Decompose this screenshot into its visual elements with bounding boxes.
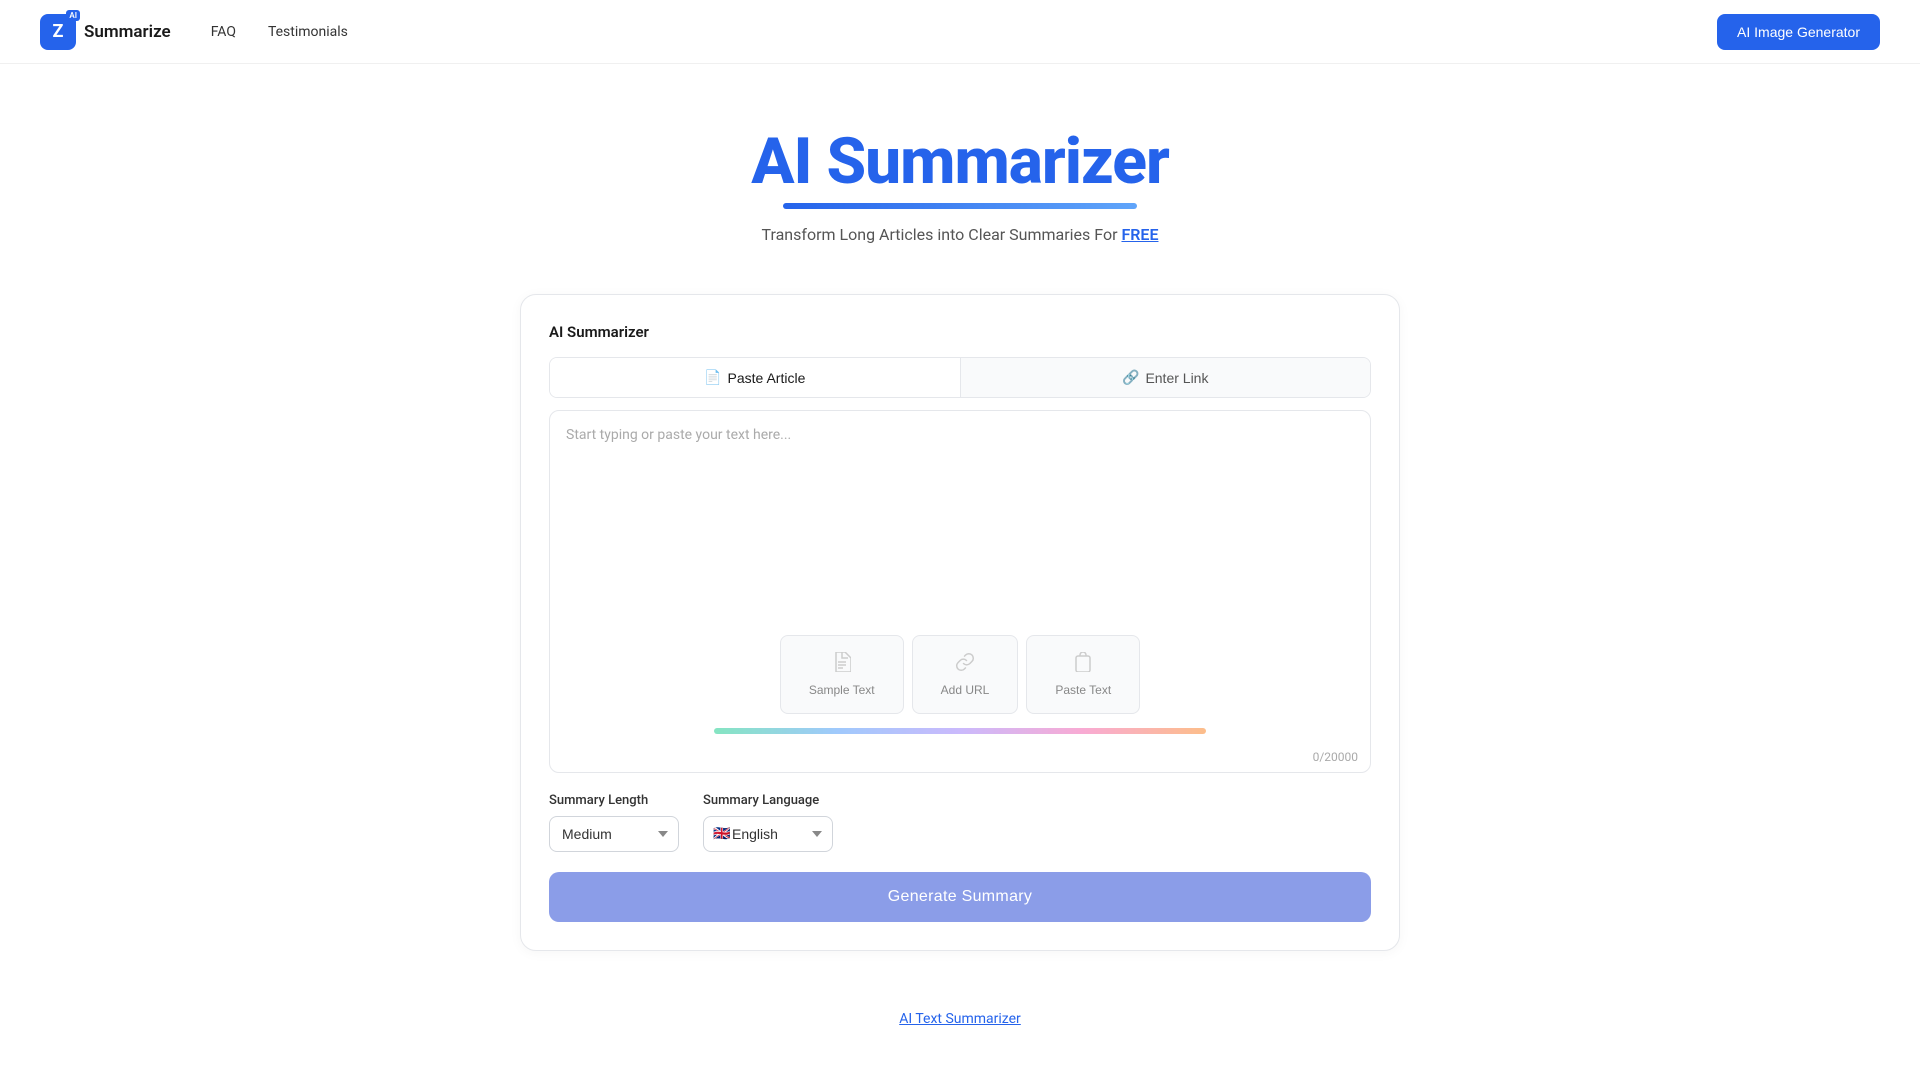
logo-icon: Z AI xyxy=(40,14,76,50)
summary-length-label: Summary Length xyxy=(549,793,679,808)
nav-testimonials[interactable]: Testimonials xyxy=(268,24,348,40)
settings-row: Summary Length Short Medium Long Summary… xyxy=(549,793,1371,852)
quick-actions-bar: Sample Text Add URL Past xyxy=(550,635,1370,722)
tab-enter-link[interactable]: 🔗 Enter Link xyxy=(961,358,1371,397)
summary-length-group: Summary Length Short Medium Long xyxy=(549,793,679,852)
hero-title: AI Summarizer xyxy=(751,124,1169,209)
add-url-button[interactable]: Add URL xyxy=(912,635,1019,714)
link-icon: 🔗 xyxy=(1122,369,1139,386)
paste-text-button[interactable]: Paste Text xyxy=(1026,635,1140,714)
sample-text-icon xyxy=(833,652,851,677)
summarizer-card: AI Summarizer 📄 Paste Article 🔗 Enter Li… xyxy=(520,294,1400,951)
generate-summary-button[interactable]: Generate Summary xyxy=(549,872,1371,922)
article-textarea[interactable] xyxy=(550,411,1370,631)
hero-free-link[interactable]: FREE xyxy=(1121,225,1158,244)
nav-links: FAQ Testimonials xyxy=(211,24,1717,40)
hero-subtitle: Transform Long Articles into Clear Summa… xyxy=(20,225,1900,244)
sample-text-button[interactable]: Sample Text xyxy=(780,635,904,714)
color-decoration-bar xyxy=(714,728,1206,734)
logo-text: Summarize xyxy=(84,22,171,42)
hero-section: AI Summarizer Transform Long Articles in… xyxy=(0,64,1920,274)
summary-language-label: Summary Language xyxy=(703,793,833,808)
footer-link-section: AI Text Summarizer xyxy=(0,991,1920,1047)
footer-summarizer-link[interactable]: AI Text Summarizer xyxy=(899,1011,1021,1027)
logo-badge: AI xyxy=(66,10,80,21)
logo-link[interactable]: Z AI Summarize xyxy=(40,14,171,50)
tab-paste-article[interactable]: 📄 Paste Article xyxy=(550,358,961,397)
ai-image-generator-button[interactable]: AI Image Generator xyxy=(1717,14,1880,50)
char-count: 0/20000 xyxy=(550,744,1370,772)
summary-length-select[interactable]: Short Medium Long xyxy=(549,816,679,852)
summary-language-select[interactable]: English Spanish French German xyxy=(703,816,833,852)
add-url-icon xyxy=(955,652,975,677)
summary-language-group: Summary Language 🇬🇧 English Spanish Fren… xyxy=(703,793,833,852)
input-tabs: 📄 Paste Article 🔗 Enter Link xyxy=(549,357,1371,398)
logo-letter: Z xyxy=(53,21,64,42)
nav-faq[interactable]: FAQ xyxy=(211,24,236,40)
doc-icon: 📄 xyxy=(704,369,721,386)
text-input-area: Sample Text Add URL Past xyxy=(549,410,1371,773)
navbar: Z AI Summarize FAQ Testimonials AI Image… xyxy=(0,0,1920,64)
card-title: AI Summarizer xyxy=(549,323,1371,341)
paste-text-icon xyxy=(1074,652,1092,677)
language-select-wrapper: 🇬🇧 English Spanish French German xyxy=(703,816,833,852)
